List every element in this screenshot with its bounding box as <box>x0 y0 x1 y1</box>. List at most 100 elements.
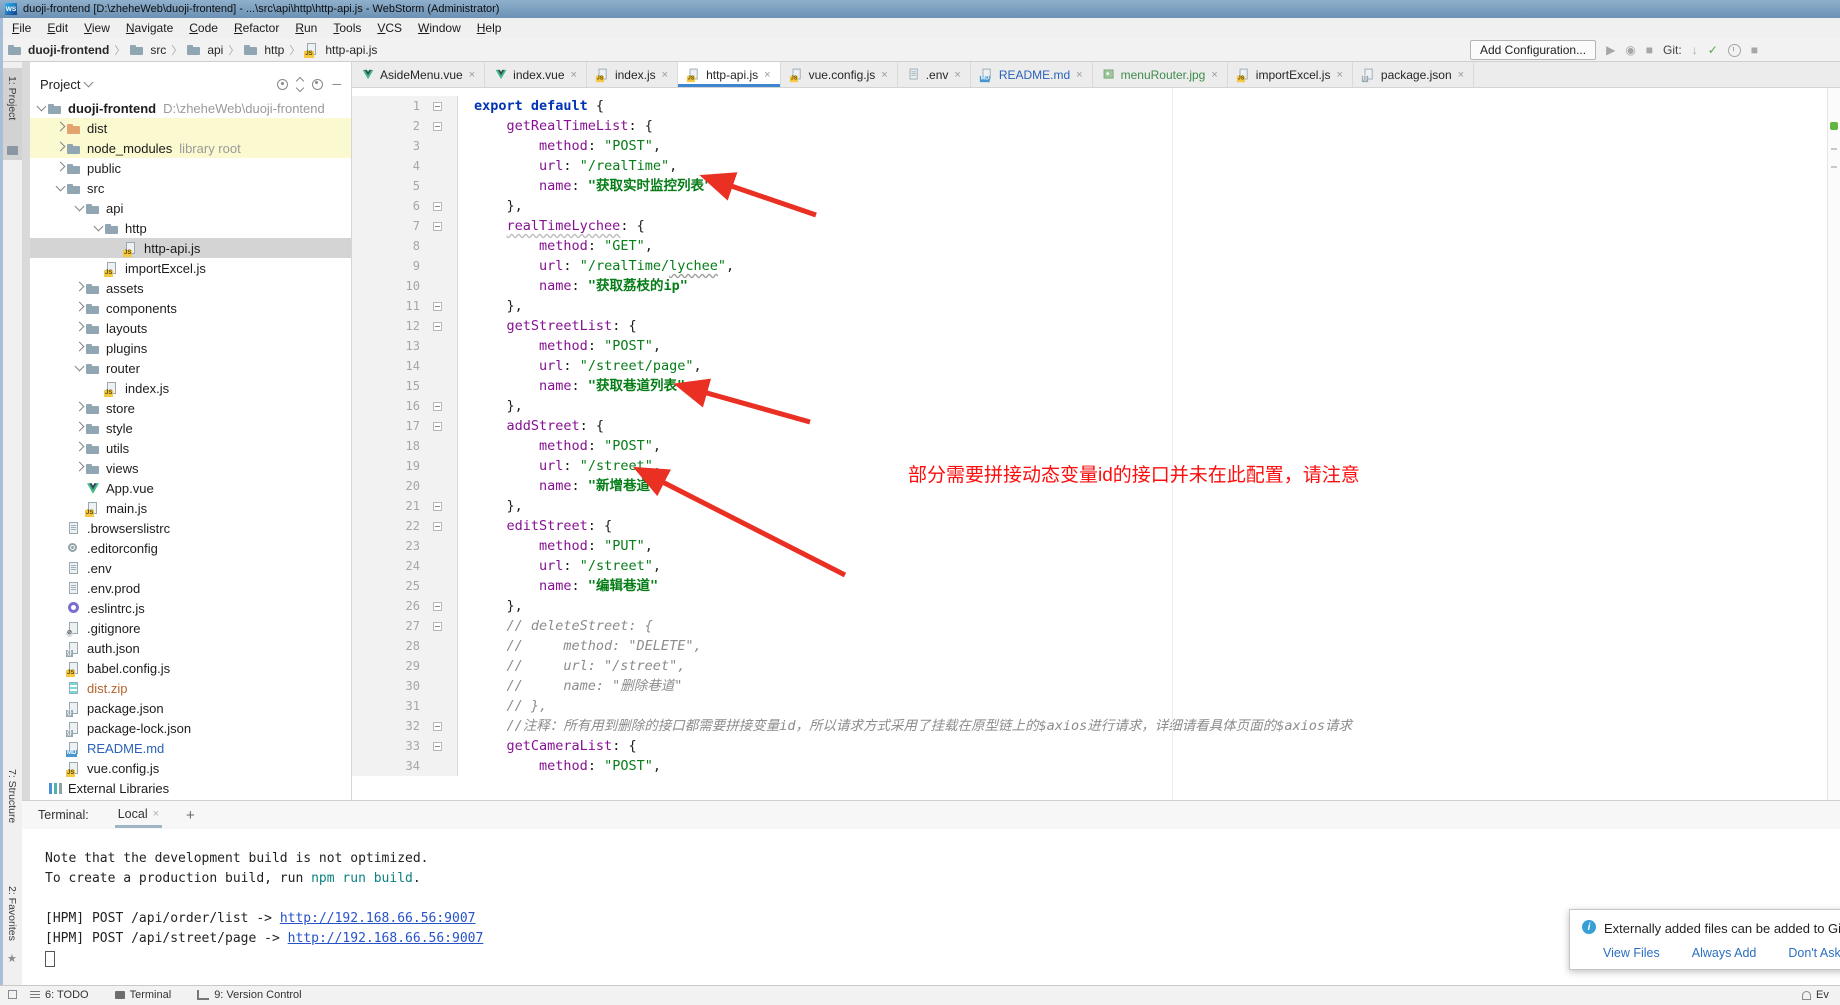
git-update-icon[interactable]: ↓ <box>1692 43 1698 57</box>
gear-icon[interactable] <box>312 79 323 90</box>
notification-action-0[interactable]: View Files <box>1603 946 1660 960</box>
menu-tools[interactable]: Tools <box>325 21 369 35</box>
new-terminal-icon[interactable]: + <box>186 807 195 824</box>
fold-icon[interactable] <box>433 322 442 331</box>
close-icon[interactable]: × <box>469 69 475 81</box>
tree-item-assets[interactable]: assets <box>30 278 351 298</box>
editor-area[interactable]: AsideMenu.vue×index.vue×JSindex.js×JShtt… <box>352 62 1840 800</box>
close-icon[interactable]: × <box>954 69 960 81</box>
menu-run[interactable]: Run <box>287 21 325 35</box>
tree-item-dist.zip[interactable]: dist.zip <box>30 678 351 698</box>
tree-item-plugins[interactable]: plugins <box>30 338 351 358</box>
tree-item-importExcel.js[interactable]: JSimportExcel.js <box>30 258 351 278</box>
git-history-icon[interactable] <box>1728 44 1741 57</box>
tree-item-node_modules[interactable]: node_moduleslibrary root <box>30 138 351 158</box>
tree-item-utils[interactable]: utils <box>30 438 351 458</box>
tree-item-router[interactable]: router <box>30 358 351 378</box>
fold-icon[interactable] <box>433 122 442 131</box>
close-icon[interactable]: × <box>1458 69 1464 81</box>
tab-importExcel.js[interactable]: JSimportExcel.js× <box>1228 62 1353 87</box>
tree-item-dist[interactable]: dist <box>30 118 351 138</box>
breadcrumb-item-api[interactable]: api <box>207 43 223 57</box>
tab-http-api.js[interactable]: JShttp-api.js× <box>678 62 780 87</box>
breadcrumb-item-duoji-frontend[interactable]: duoji-frontend <box>28 43 109 57</box>
breadcrumb-item-http[interactable]: http <box>264 43 284 57</box>
fold-icon[interactable] <box>433 422 442 431</box>
menu-file[interactable]: File <box>4 21 39 35</box>
tree-item-http[interactable]: http <box>30 218 351 238</box>
tree-item-package-lock.json[interactable]: {}package-lock.json <box>30 718 351 738</box>
hide-panel-icon[interactable]: ─ <box>332 79 341 89</box>
fold-icon[interactable] <box>433 502 442 511</box>
tree-item-auth.json[interactable]: {}auth.json <box>30 638 351 658</box>
tree-item-External Libraries[interactable]: External Libraries <box>30 778 351 798</box>
menu-view[interactable]: View <box>76 21 118 35</box>
tree-item-style[interactable]: style <box>30 418 351 438</box>
expand-collapse-icon[interactable] <box>297 78 303 91</box>
tree-item-package.json[interactable]: {}package.json <box>30 698 351 718</box>
stop-icon[interactable]: ■ <box>1646 43 1653 57</box>
close-icon[interactable]: × <box>764 69 770 81</box>
fold-icon[interactable] <box>433 402 442 411</box>
close-icon[interactable]: × <box>1336 69 1342 81</box>
close-icon[interactable]: × <box>662 69 668 81</box>
menu-code[interactable]: Code <box>181 21 226 35</box>
statusbar-item-6: TODO[interactable]: 6: TODO <box>30 989 89 1001</box>
git-commit-icon[interactable]: ✓ <box>1708 43 1718 57</box>
tree-item-.env.prod[interactable]: .env.prod <box>30 578 351 598</box>
fold-icon[interactable] <box>433 602 442 611</box>
tree-item-.gitignore[interactable]: ⊘.gitignore <box>30 618 351 638</box>
locate-file-icon[interactable] <box>277 79 288 90</box>
tree-item-.eslintrc.js[interactable]: .eslintrc.js <box>30 598 351 618</box>
error-stripe[interactable] <box>1827 88 1840 800</box>
tree-item-api[interactable]: api <box>30 198 351 218</box>
terminal-output[interactable]: Note that the development build is not o… <box>22 829 1840 969</box>
notification-action-1[interactable]: Always Add <box>1692 946 1757 960</box>
statusbar-item-9: Version Control[interactable]: 9: Version Control <box>197 989 301 1001</box>
tab-index.js[interactable]: JSindex.js× <box>587 62 678 87</box>
terminal-tab-local[interactable]: Local × <box>115 803 162 828</box>
menu-help[interactable]: Help <box>469 21 510 35</box>
fold-icon[interactable] <box>433 622 442 631</box>
code-editor[interactable]: 1export default {2 getRealTimeList: {3 m… <box>352 88 1828 800</box>
fold-icon[interactable] <box>433 522 442 531</box>
panel-scrollbar[interactable] <box>22 62 30 800</box>
tab-AsideMenu.vue[interactable]: AsideMenu.vue× <box>352 62 485 87</box>
tree-item-.env[interactable]: .env <box>30 558 351 578</box>
menu-edit[interactable]: Edit <box>39 21 76 35</box>
tree-item-public[interactable]: public <box>30 158 351 178</box>
tree-item-http-api.js[interactable]: JShttp-api.js <box>30 238 351 258</box>
close-icon[interactable]: × <box>881 69 887 81</box>
tree-item-views[interactable]: views <box>30 458 351 478</box>
tree-item-store[interactable]: store <box>30 398 351 418</box>
fold-icon[interactable] <box>433 202 442 211</box>
tree-item-vue.config.js[interactable]: JSvue.config.js <box>30 758 351 778</box>
fold-icon[interactable] <box>433 102 442 111</box>
menu-navigate[interactable]: Navigate <box>118 21 181 35</box>
menu-window[interactable]: Window <box>410 21 469 35</box>
menu-vcs[interactable]: VCS <box>369 21 410 35</box>
tree-item-index.js[interactable]: JSindex.js <box>30 378 351 398</box>
tree-item-README.md[interactable]: MDREADME.md <box>30 738 351 758</box>
statusbar-item-Terminal[interactable]: Terminal <box>115 989 172 1001</box>
fold-icon[interactable] <box>433 722 442 731</box>
add-configuration-button[interactable]: Add Configuration... <box>1470 40 1596 60</box>
tree-item-layouts[interactable]: layouts <box>30 318 351 338</box>
tree-item-babel.config.js[interactable]: JSbabel.config.js <box>30 658 351 678</box>
close-icon[interactable]: × <box>571 69 577 81</box>
terminal-link[interactable]: http://192.168.66.56:9007 <box>288 931 484 946</box>
run-icon[interactable]: ▶ <box>1606 43 1615 57</box>
tab-index.vue[interactable]: index.vue× <box>485 62 587 87</box>
notification-action-2[interactable]: Don't Ask Agai <box>1788 946 1840 960</box>
statusbar-event-log[interactable]: Ev <box>1802 989 1829 1001</box>
tab-README.md[interactable]: MDREADME.md× <box>971 62 1093 87</box>
breadcrumb-item-src[interactable]: src <box>150 43 166 57</box>
project-panel-title[interactable]: Project <box>40 77 80 92</box>
tree-item-src[interactable]: src <box>30 178 351 198</box>
tree-item-components[interactable]: components <box>30 298 351 318</box>
tab-vue.config.js[interactable]: JSvue.config.js× <box>781 62 898 87</box>
fold-icon[interactable] <box>433 302 442 311</box>
terminal-link[interactable]: http://192.168.66.56:9007 <box>280 911 476 926</box>
fold-icon[interactable] <box>433 742 442 751</box>
tree-item-main.js[interactable]: JSmain.js <box>30 498 351 518</box>
